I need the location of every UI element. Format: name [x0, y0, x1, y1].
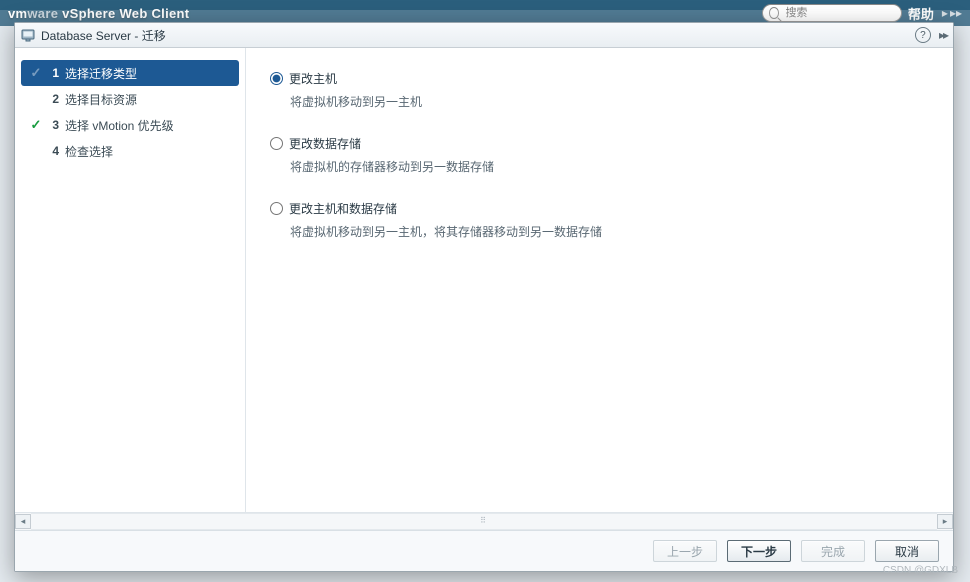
wizard-step-3[interactable]: ✓ 3 选择 vMotion 优先级: [15, 112, 245, 138]
option-opt-host[interactable]: 更改主机: [270, 70, 933, 87]
horizontal-scrollbar[interactable]: ◂ ⠿ ▸: [15, 512, 953, 530]
dialog-footer: 上一步 下一步 完成 取消: [15, 530, 953, 571]
finish-button[interactable]: 完成: [801, 540, 865, 562]
wizard-step-4[interactable]: 4 检查选择: [15, 138, 245, 164]
global-search[interactable]: [762, 4, 902, 22]
step-number: 1: [47, 66, 59, 80]
chevron-double-right-icon[interactable]: ▸▸: [950, 6, 962, 20]
topbar-help-label[interactable]: 帮助: [908, 4, 934, 23]
search-input[interactable]: [783, 6, 894, 20]
chevron-right-icon[interactable]: ▸: [942, 6, 948, 20]
option-label[interactable]: 更改数据存储: [289, 135, 361, 152]
dialog-body: ✓ 1 选择迁移类型 2 选择目标资源 ✓ 3 选择 vMotion 优先级 4 检查选择 更改主…: [15, 48, 953, 512]
scroll-track[interactable]: ⠿: [31, 513, 937, 530]
scroll-right-button[interactable]: ▸: [937, 514, 953, 529]
step-number: 3: [47, 118, 59, 132]
back-button[interactable]: 上一步: [653, 540, 717, 562]
cancel-button[interactable]: 取消: [875, 540, 939, 562]
wizard-nav: ✓ 1 选择迁移类型 2 选择目标资源 ✓ 3 选择 vMotion 优先级 4 检查选择: [15, 48, 246, 512]
option-opt-ds[interactable]: 更改数据存储: [270, 135, 933, 152]
step-label: 选择 vMotion 优先级: [65, 117, 174, 134]
step-label: 选择迁移类型: [65, 65, 137, 82]
next-button[interactable]: 下一步: [727, 540, 791, 562]
check-icon: ✓: [29, 117, 43, 133]
option-label[interactable]: 更改主机: [289, 70, 337, 87]
step-label: 选择目标资源: [65, 91, 137, 108]
option-opt-host-ds[interactable]: 更改主机和数据存储: [270, 200, 933, 217]
radio-opt-host[interactable]: [270, 72, 283, 85]
migrate-dialog: Database Server - 迁移 ? ▸▸ ✓ 1 选择迁移类型 2 选择目标资…: [14, 22, 954, 572]
collapse-icon[interactable]: ▸▸: [939, 28, 947, 42]
scroll-left-button[interactable]: ◂: [15, 514, 31, 529]
step-number: 4: [47, 144, 59, 158]
wizard-step-1[interactable]: ✓ 1 选择迁移类型: [21, 60, 239, 86]
check-icon: ✓: [29, 65, 43, 81]
product-title: vmware vSphere Web Client: [8, 6, 189, 21]
option-description: 将虚拟机的存储器移动到另一数据存储: [290, 158, 933, 176]
step-number: 2: [47, 92, 59, 106]
step-label: 检查选择: [65, 143, 113, 160]
radio-opt-ds[interactable]: [270, 137, 283, 150]
dialog-header: Database Server - 迁移 ? ▸▸: [15, 23, 953, 48]
search-icon: [769, 7, 780, 19]
option-description: 将虚拟机移动到另一主机，将其存储器移动到另一数据存储: [290, 223, 933, 241]
option-description: 将虚拟机移动到另一主机: [290, 93, 933, 111]
vm-icon: [21, 28, 35, 42]
scroll-grip-icon: ⠿: [480, 516, 488, 525]
dialog-help-icon[interactable]: ?: [915, 27, 931, 43]
wizard-step-2[interactable]: 2 选择目标资源: [15, 86, 245, 112]
dialog-title: Database Server - 迁移: [41, 27, 166, 44]
option-label[interactable]: 更改主机和数据存储: [289, 200, 397, 217]
radio-opt-host-ds[interactable]: [270, 202, 283, 215]
wizard-content: 更改主机将虚拟机移动到另一主机更改数据存储将虚拟机的存储器移动到另一数据存储更改…: [246, 48, 953, 512]
